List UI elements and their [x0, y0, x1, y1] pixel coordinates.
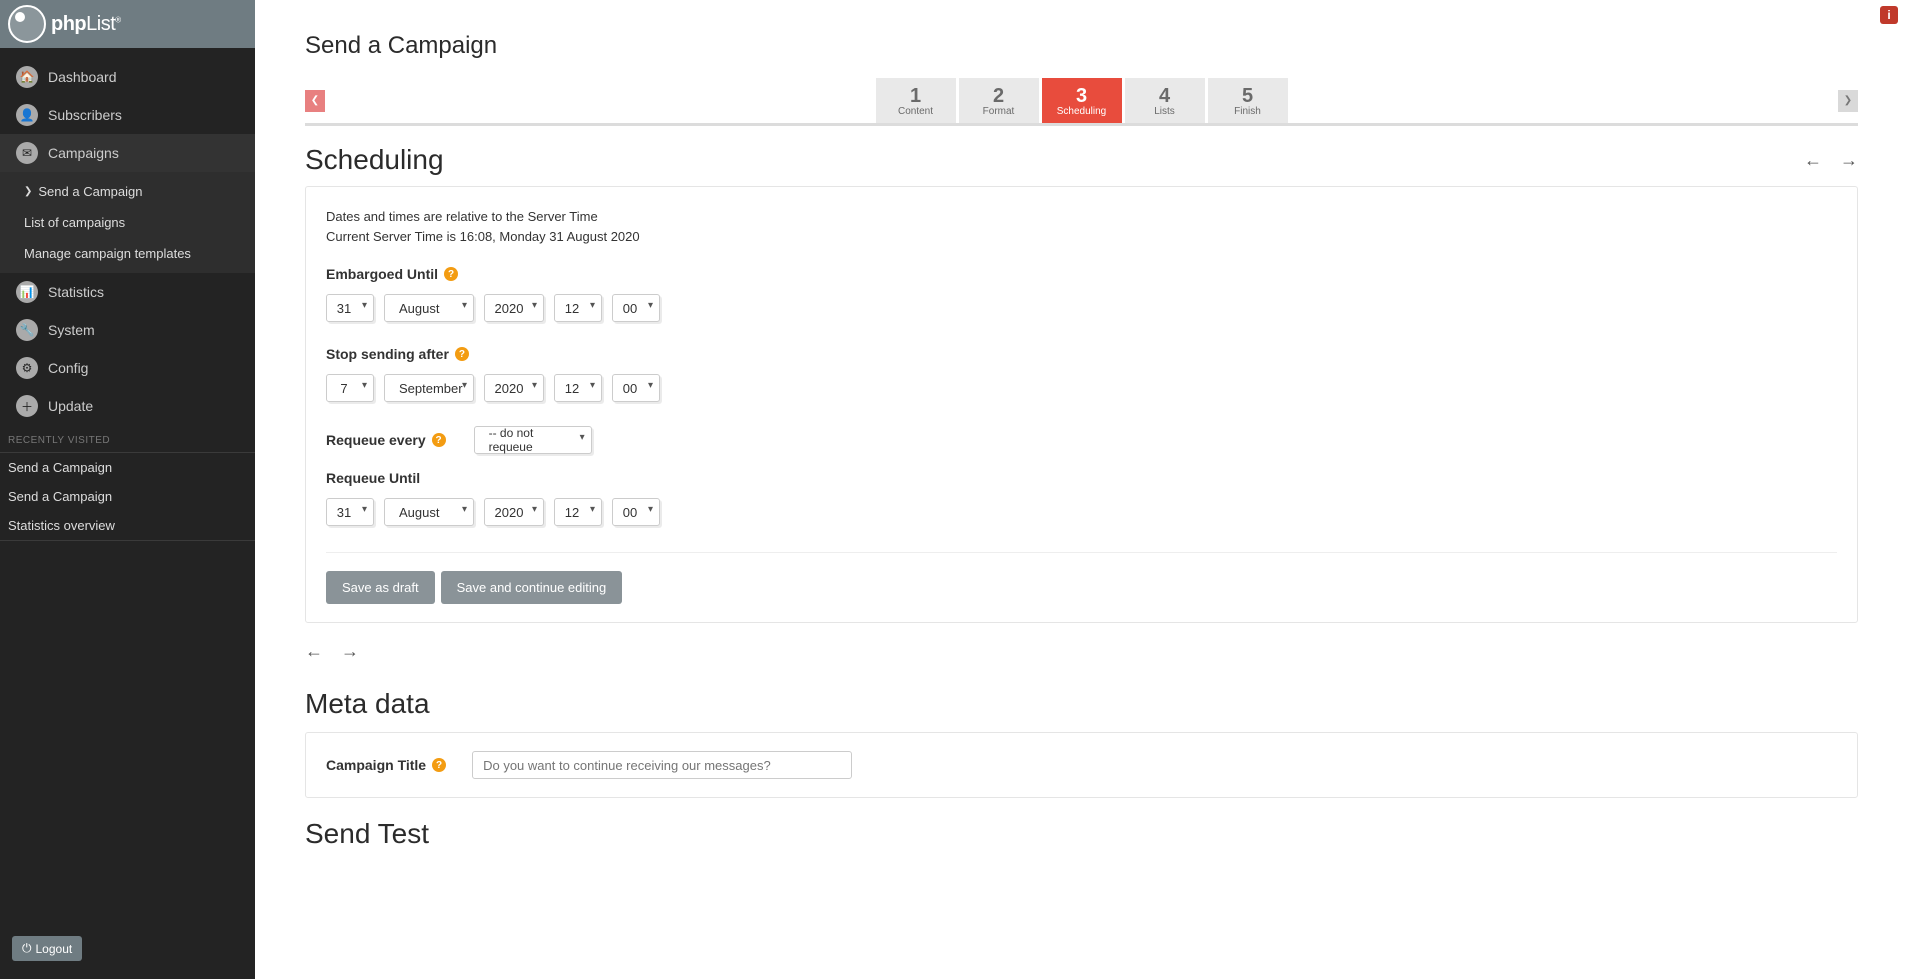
step-finish[interactable]: 5 Finish [1208, 78, 1288, 123]
subnav-manage-templates[interactable]: Manage campaign templates [0, 238, 255, 269]
plus-icon: ＋ [16, 395, 38, 417]
help-icon[interactable]: ? [455, 347, 469, 361]
page-title: Send a Campaign [305, 32, 1858, 60]
next-arrow-icon[interactable]: → [341, 641, 359, 662]
sidebar: phpList® 🏠 Dashboard 👤 Subscribers ✉ Cam… [0, 0, 255, 979]
meta-panel: Campaign Title ? [305, 732, 1858, 798]
steps: 1 Content 2 Format 3 Scheduling 4 Lists … [876, 78, 1288, 123]
section-title: Scheduling [305, 144, 444, 176]
nav-system[interactable]: 🔧 System [0, 311, 255, 349]
requeue-day-select[interactable]: 31 [326, 498, 374, 526]
embargoed-field: Embargoed Until ? 31 August 2020 12 00 [326, 266, 1837, 322]
requeue-every-field: Requeue every ? -- do not requeue [326, 426, 1837, 454]
section-arrow-nav: ← → [1804, 150, 1858, 171]
send-test-heading: Send Test [305, 818, 1858, 850]
main-nav: 🏠 Dashboard 👤 Subscribers ✉ Campaigns ❯ … [0, 48, 255, 425]
prev-arrow-icon[interactable]: ← [305, 641, 323, 662]
help-icon[interactable]: ? [432, 433, 446, 447]
requeue-until-selects: 31 August 2020 12 00 [326, 498, 1837, 526]
requeue-until-field: Requeue Until 31 August 2020 12 00 [326, 470, 1837, 526]
stop-year-select[interactable]: 2020 [484, 374, 544, 402]
requeue-every-select[interactable]: -- do not requeue [474, 426, 592, 454]
chevron-left-icon: ❮ [311, 95, 319, 106]
requeue-year-select[interactable]: 2020 [484, 498, 544, 526]
logo-text: phpList® [51, 13, 121, 36]
recent-item[interactable]: Send a Campaign [0, 453, 255, 482]
power-icon: ⏻ [22, 941, 32, 956]
mail-icon: ✉ [16, 142, 38, 164]
stop-minute-select[interactable]: 00 [612, 374, 660, 402]
stop-sending-selects: 7 September 2020 12 00 [326, 374, 1837, 402]
step-row: ❮ 1 Content 2 Format 3 Scheduling 4 List… [305, 78, 1858, 126]
nav-config[interactable]: ⚙ Config [0, 349, 255, 387]
campaign-title-label: Campaign Title ? [326, 757, 446, 773]
gear-icon: ⚙ [16, 357, 38, 379]
embargoed-month-select[interactable]: August [384, 294, 474, 322]
scheduling-panel: Dates and times are relative to the Serv… [305, 186, 1858, 623]
subnav-list-campaigns[interactable]: List of campaigns [0, 207, 255, 238]
home-icon: 🏠 [16, 66, 38, 88]
help-icon[interactable]: ? [444, 267, 458, 281]
nav-statistics[interactable]: 📊 Statistics [0, 273, 255, 311]
subnav-send-campaign[interactable]: ❯ Send a Campaign [0, 176, 255, 207]
step-format[interactable]: 2 Format [959, 78, 1039, 123]
recent-item[interactable]: Statistics overview [0, 511, 255, 540]
embargoed-day-select[interactable]: 31 [326, 294, 374, 322]
bottom-arrow-nav: ← → [305, 641, 1858, 662]
requeue-minute-select[interactable]: 00 [612, 498, 660, 526]
embargoed-year-select[interactable]: 2020 [484, 294, 544, 322]
section-head: Scheduling ← → [305, 144, 1858, 176]
save-buttons: Save as draft Save and continue editing [326, 571, 1837, 604]
nav-dashboard[interactable]: 🏠 Dashboard [0, 58, 255, 96]
info-icon: i [1887, 8, 1890, 22]
campaigns-subnav: ❯ Send a Campaign List of campaigns Mana… [0, 172, 255, 273]
main-content: Send a Campaign ❮ 1 Content 2 Format 3 S… [255, 0, 1908, 979]
user-icon: 👤 [16, 104, 38, 126]
embargoed-label: Embargoed Until ? [326, 266, 458, 282]
stop-sending-field: Stop sending after ? 7 September 2020 12… [326, 346, 1837, 402]
chart-icon: 📊 [16, 281, 38, 303]
chevron-right-icon: ❯ [1844, 95, 1852, 106]
wrench-icon: 🔧 [16, 319, 38, 341]
chevron-right-icon: ❯ [24, 186, 32, 197]
next-arrow-icon[interactable]: → [1840, 150, 1858, 171]
stop-sending-label: Stop sending after ? [326, 346, 469, 362]
recent-header: RECENTLY VISITED [0, 425, 255, 452]
logout-button[interactable]: ⏻ Logout [12, 936, 82, 961]
requeue-until-label: Requeue Until [326, 470, 420, 486]
logo-icon [8, 5, 46, 43]
stop-month-select[interactable]: September [384, 374, 474, 402]
nav-update[interactable]: ＋ Update [0, 387, 255, 425]
recent-item[interactable]: Send a Campaign [0, 482, 255, 511]
embargoed-minute-select[interactable]: 00 [612, 294, 660, 322]
divider [326, 552, 1837, 553]
embargoed-hour-select[interactable]: 12 [554, 294, 602, 322]
stop-day-select[interactable]: 7 [326, 374, 374, 402]
embargoed-selects: 31 August 2020 12 00 [326, 294, 1837, 322]
info-badge[interactable]: i [1880, 6, 1898, 24]
logo[interactable]: phpList® [8, 5, 121, 43]
requeue-every-label: Requeue every ? [326, 432, 446, 448]
step-content[interactable]: 1 Content [876, 78, 956, 123]
requeue-hour-select[interactable]: 12 [554, 498, 602, 526]
recent-list: Send a Campaign Send a Campaign Statisti… [0, 452, 255, 541]
meta-heading: Meta data [305, 688, 1858, 720]
help-icon[interactable]: ? [432, 758, 446, 772]
server-time-info: Dates and times are relative to the Serv… [326, 207, 1837, 246]
step-next-button[interactable]: ❯ [1838, 90, 1858, 112]
prev-arrow-icon[interactable]: ← [1804, 150, 1822, 171]
step-lists[interactable]: 4 Lists [1125, 78, 1205, 123]
save-draft-button[interactable]: Save as draft [326, 571, 435, 604]
sidebar-footer: ⏻ Logout [0, 926, 255, 979]
sidebar-header: phpList® [0, 0, 255, 48]
save-continue-button[interactable]: Save and continue editing [441, 571, 623, 604]
requeue-month-select[interactable]: August [384, 498, 474, 526]
campaign-title-input[interactable] [472, 751, 852, 779]
stop-hour-select[interactable]: 12 [554, 374, 602, 402]
step-prev-button[interactable]: ❮ [305, 90, 325, 112]
nav-subscribers[interactable]: 👤 Subscribers [0, 96, 255, 134]
step-scheduling[interactable]: 3 Scheduling [1042, 78, 1122, 123]
nav-campaigns[interactable]: ✉ Campaigns [0, 134, 255, 172]
